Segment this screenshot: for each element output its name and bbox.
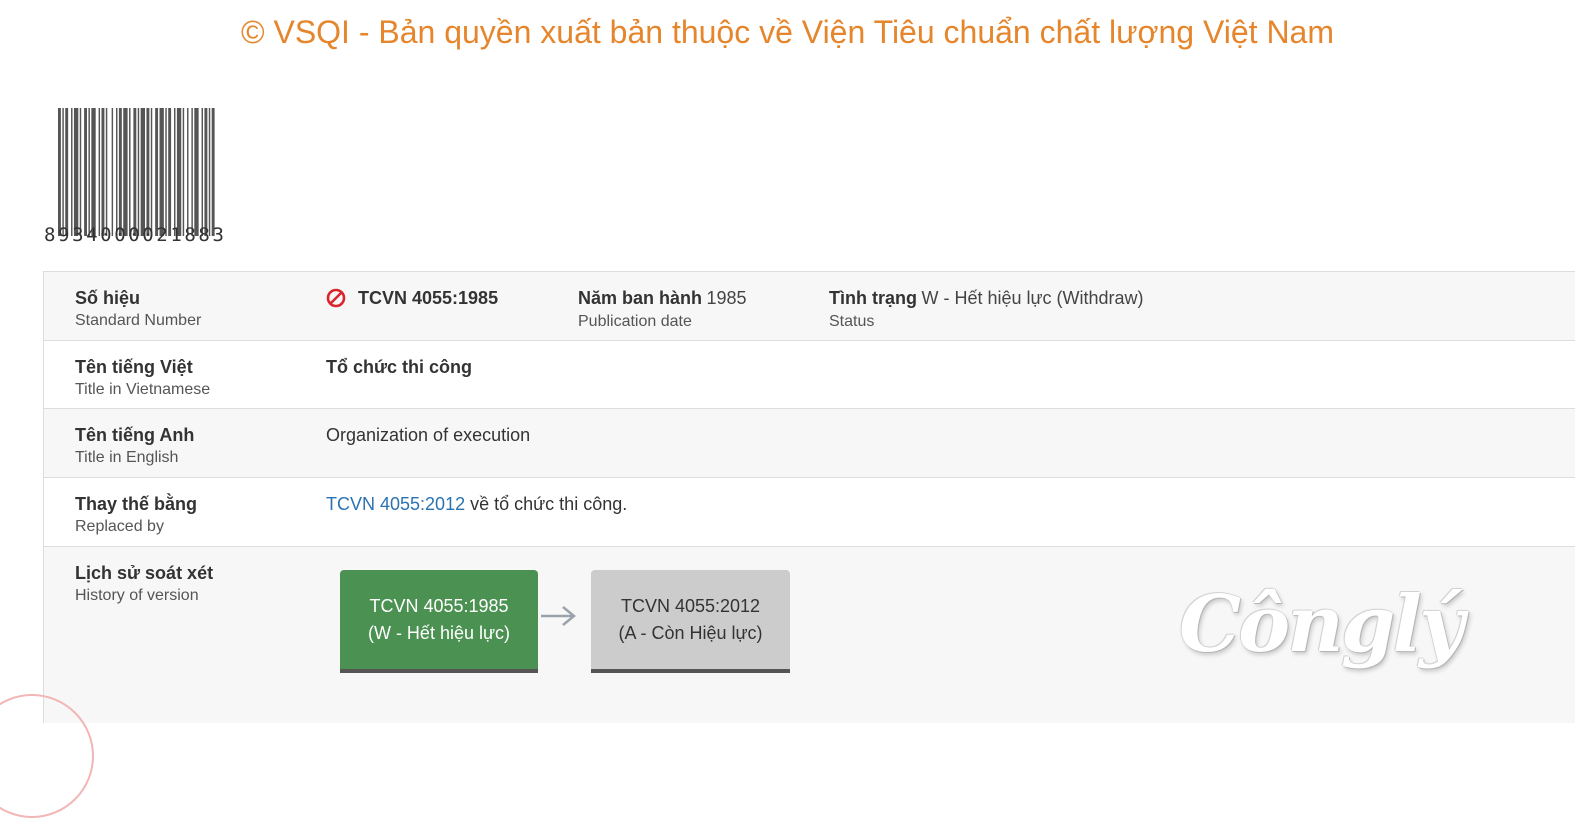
- barcode-bar: [101, 108, 105, 236]
- label-title-vi: Tên tiếng Việt Title in Vietnamese: [75, 357, 210, 400]
- barcode-bar: [133, 108, 137, 236]
- replaced-by-value: TCVN 4055:2012 về tổ chức thi công.: [326, 494, 627, 514]
- barcode-bar: [79, 108, 82, 236]
- replacement-standard-link[interactable]: TCVN 4055:2012: [326, 494, 465, 514]
- publication-label-en: Publication date: [578, 313, 692, 330]
- barcode-bar: [62, 108, 64, 236]
- title-en-value: Organization of execution: [326, 425, 531, 445]
- row-history: Lịch sử soát xét History of version TCVN…: [44, 547, 1575, 723]
- label-title-en: Tên tiếng Anh Title in English: [75, 425, 194, 468]
- barcode-bar: [91, 108, 96, 236]
- label-vi: Tên tiếng Việt: [75, 357, 193, 377]
- barcode-bar: [111, 108, 114, 236]
- barcode-bar: [118, 108, 122, 236]
- status-value: W - Hết hiệu lực (Withdraw): [921, 288, 1144, 308]
- label-vi: Tên tiếng Anh: [75, 425, 195, 445]
- barcode-bars: [58, 108, 215, 236]
- barcode-bar: [208, 108, 211, 236]
- row-title-en: Tên tiếng Anh Title in English Organizat…: [44, 409, 1575, 478]
- version-status: (W - Hết hiệu lực): [367, 623, 511, 643]
- barcode-bar: [129, 108, 131, 236]
- label-en: History of version: [75, 587, 199, 604]
- barcode-bar: [116, 108, 118, 236]
- status-label-en: Status: [829, 313, 875, 330]
- replacement-description: về tổ chức thi công.: [465, 494, 628, 514]
- version-card-2012[interactable]: TCVN 4055:2012 (A - Còn Hiệu lực): [591, 570, 790, 673]
- label-en: Replaced by: [75, 518, 164, 535]
- title-vi-value: Tổ chức thi công: [326, 357, 473, 377]
- publication-label: Năm ban hành: [578, 288, 703, 308]
- publication-year: 1985: [706, 288, 747, 308]
- standard-info-table: Số hiệu Standard Number TCVN 4055:1985 N…: [43, 271, 1575, 723]
- barcode-bar: [201, 108, 203, 236]
- barcode-bar: [204, 108, 208, 236]
- label-vi: Thay thế bằng: [75, 494, 198, 514]
- barcode-bar: [123, 108, 128, 236]
- barcode-bar: [98, 108, 101, 236]
- label-vi: Lịch sử soát xét: [75, 563, 214, 583]
- label-en: Title in Vietnamese: [75, 381, 211, 398]
- barcode-bar: [58, 108, 61, 236]
- conglý-watermark: Cônglý: [1179, 579, 1464, 670]
- barcode-bar: [65, 108, 69, 236]
- barcode-bar: [187, 108, 189, 236]
- copyright-banner: © VSQI - Bản quyền xuất bản thuộc về Việ…: [241, 14, 1334, 50]
- barcode-bar: [105, 108, 108, 236]
- label-standard-number: Số hiệu Standard Number: [75, 288, 201, 331]
- barcode-bar: [146, 108, 150, 236]
- barcode-bar: [140, 108, 145, 236]
- row-replaced-by: Thay thế bằng Replaced by TCVN 4055:2012…: [44, 478, 1575, 547]
- barcode-bar: [168, 108, 172, 236]
- version-code: TCVN 4055:2012: [620, 596, 761, 616]
- barcode-bar: [182, 108, 185, 236]
- label-en: Standard Number: [75, 312, 202, 329]
- row-title-vi: Tên tiếng Việt Title in Vietnamese Tổ ch…: [44, 341, 1575, 409]
- status: Tình trạng W - Hết hiệu lực (Withdraw) S…: [829, 288, 1144, 332]
- row-standard-number: Số hiệu Standard Number TCVN 4055:1985 N…: [44, 272, 1575, 341]
- barcode-bar: [137, 108, 140, 236]
- barcode-bar: [150, 108, 153, 236]
- barcode-bar: [155, 108, 159, 236]
- version-card-1985[interactable]: TCVN 4055:1985 (W - Hết hiệu lực): [340, 570, 538, 673]
- barcode-bar: [165, 108, 167, 236]
- status-label: Tình trạng: [829, 288, 917, 308]
- ban-icon: [326, 288, 346, 308]
- barcode-digits: 8934000021883: [44, 224, 227, 246]
- arrow-right-icon: [541, 606, 576, 626]
- standard-number-value: TCVN 4055:1985: [326, 288, 498, 308]
- barcode-bar: [73, 108, 79, 236]
- barcode-bar: [88, 108, 90, 236]
- barcode-bar: [211, 108, 215, 236]
- barcode-bar: [176, 108, 182, 236]
- label-en: Title in English: [75, 449, 179, 466]
- barcode-bar: [84, 108, 87, 236]
- barcode-bar: [71, 108, 73, 236]
- barcode-bar: [174, 108, 176, 236]
- version-status: (A - Còn Hiệu lực): [618, 623, 763, 643]
- standard-number: TCVN 4055:1985: [358, 288, 499, 308]
- barcode-bar: [194, 108, 199, 236]
- publication-date: Năm ban hành 1985 Publication date: [578, 288, 747, 332]
- label-history: Lịch sử soát xét History of version: [75, 563, 213, 606]
- version-code: TCVN 4055:1985: [369, 596, 509, 616]
- barcode: 8934000021883: [44, 106, 276, 246]
- barcode-bar: [159, 108, 164, 236]
- barcode-bar: [191, 108, 193, 236]
- label-vi: Số hiệu: [75, 288, 141, 308]
- label-replaced-by: Thay thế bằng Replaced by: [75, 494, 197, 537]
